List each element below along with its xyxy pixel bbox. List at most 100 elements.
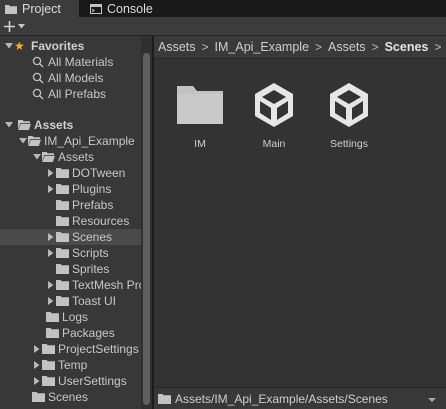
folder-icon — [158, 393, 171, 404]
breadcrumb: Assets > IM_Api_Example > Assets > Scene… — [154, 36, 446, 59]
star-icon: ★ — [14, 39, 25, 53]
chevron-down-icon[interactable] — [4, 120, 14, 130]
tree-item-scenes[interactable]: Scenes — [0, 229, 141, 245]
chevron-down-icon[interactable] — [18, 136, 28, 146]
folder-icon — [32, 392, 45, 402]
folder-icon — [56, 184, 69, 194]
project-tree: ★ Favorites All Materials All Models All… — [0, 36, 152, 409]
project-toolbar — [0, 17, 446, 36]
tree-item-logs[interactable]: Logs — [0, 309, 141, 325]
tab-console[interactable]: Console — [86, 0, 153, 17]
tree-item-prefabs[interactable]: Prefabs — [0, 197, 141, 213]
breadcrumb-item-current[interactable]: Scenes — [385, 40, 429, 54]
folder-icon — [46, 328, 59, 338]
chevron-right-icon[interactable] — [46, 248, 56, 258]
folder-open-icon — [28, 136, 41, 146]
tree-label: Assets — [34, 118, 74, 132]
tab-project[interactable]: Project — [0, 0, 79, 17]
chevron-right-icon[interactable] — [46, 296, 56, 306]
folder-icon — [56, 296, 69, 306]
asset-name: IM — [194, 138, 206, 150]
tree-favorite-item[interactable]: All Materials — [0, 54, 141, 70]
tree-favorite-item[interactable]: All Models — [0, 70, 141, 86]
tree-item-packages[interactable]: Packages — [0, 325, 141, 341]
tree-label: IM_Api_Example — [44, 134, 135, 148]
tree-label: Temp — [58, 358, 88, 372]
tree-label: Scripts — [72, 246, 109, 260]
folder-icon — [56, 232, 69, 242]
tab-project-label: Project — [22, 1, 61, 16]
chevron-right-icon[interactable]: > — [434, 40, 441, 54]
tree-item-dotween[interactable]: DOTween — [0, 165, 141, 181]
chevron-down-icon[interactable] — [4, 41, 14, 51]
tree-label: Sprites — [72, 262, 110, 276]
tree-item-toast-ui[interactable]: Toast UI — [0, 293, 141, 309]
folder-icon — [56, 248, 69, 258]
chevron-right-icon[interactable] — [46, 280, 56, 290]
chevron-right-icon[interactable] — [46, 168, 56, 178]
chevron-down-icon[interactable] — [32, 152, 42, 162]
favorite-label: All Materials — [48, 55, 114, 69]
tree-label: Logs — [62, 310, 89, 324]
plus-icon — [4, 21, 15, 32]
tree-favorite-item[interactable]: All Prefabs — [0, 86, 141, 102]
tree-label: ProjectSettings — [58, 342, 139, 356]
chevron-right-icon: > — [371, 40, 379, 54]
breadcrumb-item[interactable]: Assets — [328, 40, 366, 54]
tree-item-scripts[interactable]: Scripts — [0, 245, 141, 261]
zoom-slider-handle[interactable] — [428, 398, 436, 402]
tab-console-label: Console — [107, 1, 153, 16]
breadcrumb-item[interactable]: IM_Api_Example — [215, 40, 310, 54]
unity-scene-icon — [330, 83, 368, 127]
tree-item-temp[interactable]: Temp — [0, 357, 141, 373]
asset-name: Settings — [330, 138, 368, 150]
folder-open-icon — [42, 152, 55, 162]
folder-icon — [56, 200, 69, 210]
folder-icon — [177, 86, 223, 124]
tree-item-assets[interactable]: Assets — [0, 149, 141, 165]
search-icon — [32, 88, 44, 100]
tree-item-project-settings[interactable]: ProjectSettings — [0, 341, 141, 357]
tree-label: Prefabs — [72, 198, 114, 212]
tree-item-user-settings[interactable]: UserSettings — [0, 373, 141, 389]
create-button[interactable] — [4, 18, 25, 35]
tab-bar: Project Console — [0, 0, 446, 17]
asset-browser: Assets > IM_Api_Example > Assets > Scene… — [154, 36, 446, 409]
tree-item-plugins[interactable]: Plugins — [0, 181, 141, 197]
breadcrumb-item[interactable]: Assets — [158, 40, 196, 54]
tree-item-textmesh-pro[interactable]: TextMesh Pro — [0, 277, 141, 293]
folder-icon — [56, 216, 69, 226]
tree-item-scenes-root[interactable]: Scenes — [0, 389, 141, 405]
tree-item-resources[interactable]: Resources — [0, 213, 141, 229]
tree-item-sprites[interactable]: Sprites — [0, 261, 141, 277]
tree-favorites[interactable]: ★ Favorites — [0, 38, 141, 54]
tree-item-im-api-example[interactable]: IM_Api_Example — [0, 133, 141, 149]
tree-label: Toast UI — [72, 294, 117, 308]
folder-icon — [56, 264, 69, 274]
chevron-right-icon[interactable] — [32, 376, 42, 386]
folder-icon — [56, 280, 69, 290]
favorite-label: All Prefabs — [48, 87, 107, 101]
favorites-label: Favorites — [31, 39, 85, 53]
tree-label: Plugins — [72, 182, 112, 196]
tree-scrollbar-thumb[interactable] — [143, 53, 150, 405]
chevron-right-icon[interactable] — [32, 360, 42, 370]
status-bar: Assets/IM_Api_Example/Assets/Scenes — [154, 387, 446, 409]
folder-icon — [42, 344, 55, 354]
folder-open-icon — [18, 120, 31, 130]
chevron-right-icon[interactable] — [46, 232, 56, 242]
tree-scrollbar[interactable] — [141, 36, 152, 409]
folder-icon — [56, 168, 69, 178]
tree-label: Assets — [58, 150, 95, 164]
asset-item-settings[interactable]: Settings — [319, 80, 379, 150]
asset-item-main[interactable]: Main — [244, 80, 304, 150]
asset-item-im[interactable]: IM — [170, 80, 230, 150]
chevron-right-icon: > — [201, 40, 209, 54]
chevron-right-icon[interactable] — [46, 184, 56, 194]
tree-item-assets-root[interactable]: Assets — [0, 117, 141, 133]
folder-icon — [42, 376, 55, 386]
tree-label: DOTween — [72, 166, 126, 180]
tree-label: Resources — [72, 214, 130, 228]
chevron-right-icon[interactable] — [32, 344, 42, 354]
asset-name: Main — [262, 138, 286, 150]
